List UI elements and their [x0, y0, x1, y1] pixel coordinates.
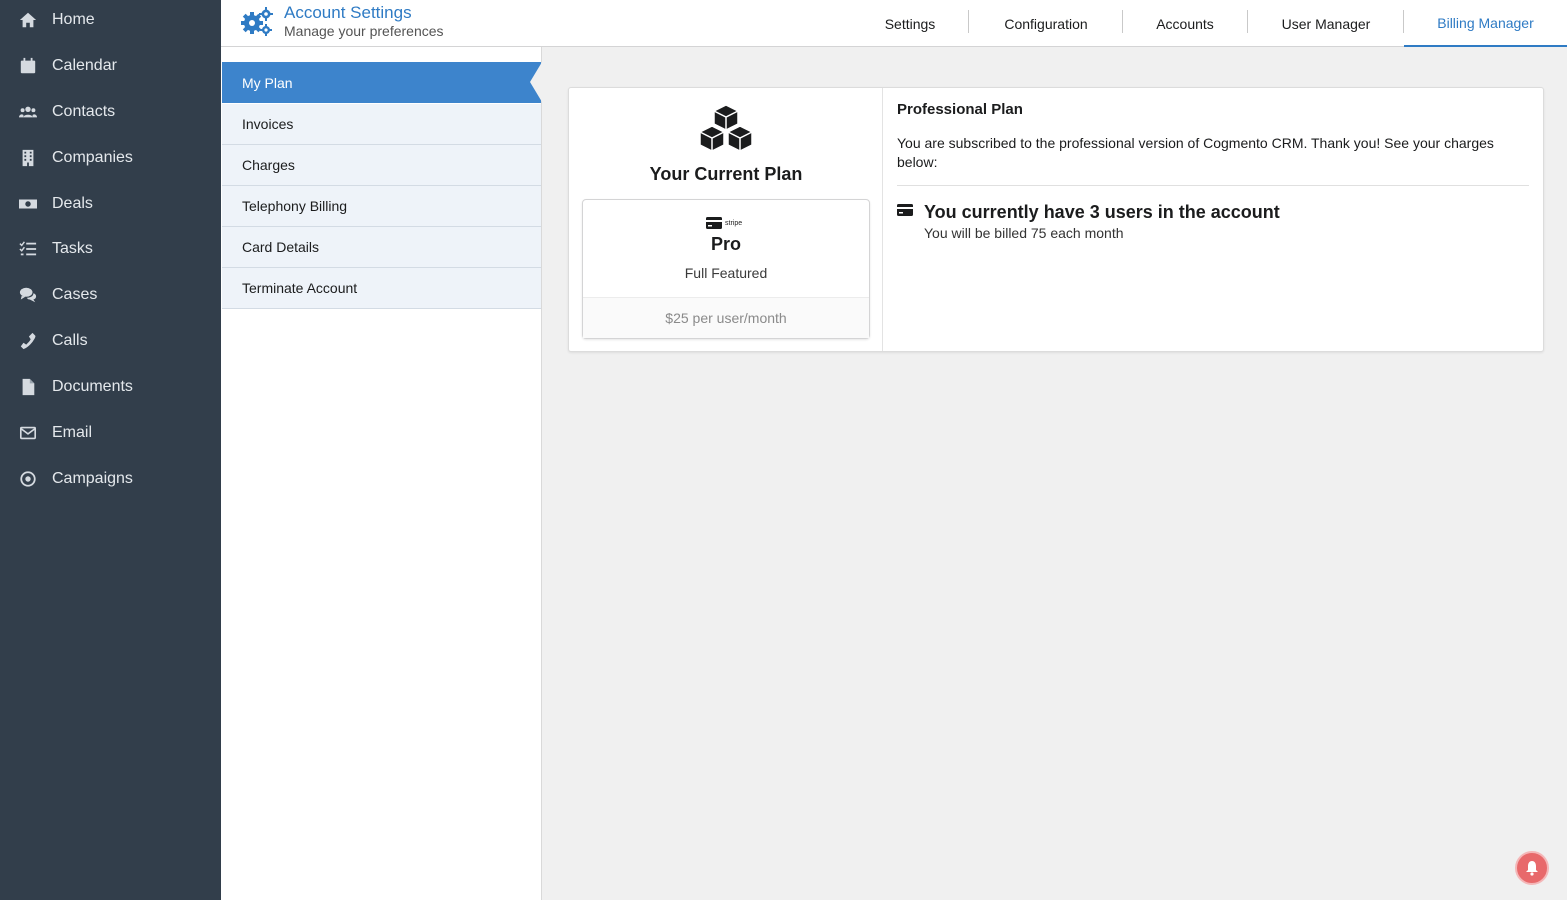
submenu-item-label: Terminate Account	[242, 280, 358, 296]
file-icon	[18, 377, 38, 397]
sidebar-item-label: Tasks	[52, 240, 93, 257]
bell-icon	[1526, 861, 1538, 876]
sidebar-item-campaigns[interactable]: Campaigns	[0, 456, 221, 502]
sidebar-item-home[interactable]: Home	[0, 0, 221, 43]
submenu-item-charges[interactable]: Charges	[222, 145, 541, 186]
cubes-icon	[699, 104, 753, 152]
target-icon	[18, 469, 38, 489]
plan-description: Full Featured	[684, 265, 768, 281]
tab-billing-manager[interactable]: Billing Manager	[1404, 0, 1567, 47]
sidebar-item-companies[interactable]: Companies	[0, 135, 221, 181]
tab-divider	[968, 10, 969, 33]
submenu-item-label: Telephony Billing	[242, 198, 348, 214]
submenu-item-label: Invoices	[242, 116, 294, 132]
billing-amount-text: You will be billed 75 each month	[924, 225, 1124, 241]
tab-divider	[1122, 10, 1123, 33]
plan-card: Your Current Plan stripe Pro Full Featur…	[568, 87, 1544, 352]
sidebar-item-label: Email	[52, 424, 93, 441]
page-header: Account Settings Manage your preferences…	[221, 0, 1567, 47]
notification-button[interactable]	[1515, 851, 1549, 885]
credit-card-icon	[897, 204, 913, 216]
users-count-heading: You currently have 3 users in the accoun…	[924, 202, 1280, 222]
users-icon	[18, 102, 38, 122]
calendar-icon	[18, 56, 38, 76]
sidebar-item-label: Campaigns	[52, 470, 133, 487]
comments-icon	[18, 285, 38, 305]
envelope-icon	[18, 423, 38, 443]
sidebar-item-label: Cases	[52, 286, 98, 303]
page-subtitle: Manage your preferences	[284, 23, 444, 39]
tab-configuration[interactable]: Configuration	[981, 0, 1111, 47]
money-icon	[18, 194, 38, 214]
tab-user-manager[interactable]: User Manager	[1261, 0, 1391, 47]
plan-box: stripe Pro Full Featured $25 per user/mo…	[582, 199, 870, 339]
sidebar-item-label: Home	[52, 11, 95, 28]
sidebar: Home Calendar Contacts Companies Deals T…	[0, 0, 221, 900]
sidebar-item-label: Calls	[52, 332, 88, 349]
sidebar-item-calls[interactable]: Calls	[0, 318, 221, 364]
divider	[897, 185, 1529, 186]
sidebar-item-cases[interactable]: Cases	[0, 272, 221, 318]
page-title: Account Settings	[284, 3, 412, 22]
tab-accounts[interactable]: Accounts	[1135, 0, 1235, 47]
sidebar-item-label: Documents	[52, 378, 133, 395]
tasks-icon	[18, 239, 38, 259]
sidebar-item-deals[interactable]: Deals	[0, 181, 221, 227]
sidebar-item-label: Contacts	[52, 103, 116, 120]
current-plan-panel: Your Current Plan stripe Pro Full Featur…	[569, 88, 883, 351]
plan-price: $25 per user/month	[583, 297, 869, 338]
active-pointer	[530, 62, 542, 102]
submenu-item-telephony-billing[interactable]: Telephony Billing	[222, 186, 541, 227]
sidebar-item-email[interactable]: Email	[0, 410, 221, 456]
plan-details-text: You are subscribed to the professional v…	[897, 135, 1494, 170]
sidebar-item-label: Companies	[52, 149, 133, 166]
building-icon	[18, 148, 38, 168]
current-plan-heading: Your Current Plan	[649, 164, 803, 184]
submenu-item-label: Card Details	[242, 239, 320, 255]
submenu-item-terminate-account[interactable]: Terminate Account	[222, 268, 541, 309]
submenu-item-label: Charges	[242, 157, 295, 173]
sidebar-item-label: Calendar	[52, 57, 117, 74]
stripe-badge: stripe	[706, 217, 742, 229]
submenu-item-my-plan[interactable]: My Plan	[222, 62, 542, 103]
stripe-label: stripe	[725, 219, 743, 227]
sidebar-item-tasks[interactable]: Tasks	[0, 226, 221, 272]
phone-icon	[18, 331, 38, 351]
submenu-item-label: My Plan	[242, 74, 293, 91]
credit-card-icon	[706, 217, 722, 229]
plan-details-title: Professional Plan	[897, 101, 1023, 118]
sidebar-item-calendar[interactable]: Calendar	[0, 43, 221, 89]
submenu-item-card-details[interactable]: Card Details	[222, 227, 541, 268]
sidebar-item-contacts[interactable]: Contacts	[0, 89, 221, 135]
submenu-item-invoices[interactable]: Invoices	[222, 104, 541, 145]
gears-icon	[241, 7, 273, 36]
sidebar-item-documents[interactable]: Documents	[0, 364, 221, 410]
home-icon	[18, 10, 38, 30]
tab-divider	[1247, 10, 1248, 33]
billing-submenu: My Plan Invoices Charges Telephony Billi…	[221, 47, 542, 900]
sidebar-item-label: Deals	[52, 195, 93, 212]
plan-name: Pro	[710, 234, 741, 254]
tab-settings[interactable]: Settings	[861, 0, 959, 47]
